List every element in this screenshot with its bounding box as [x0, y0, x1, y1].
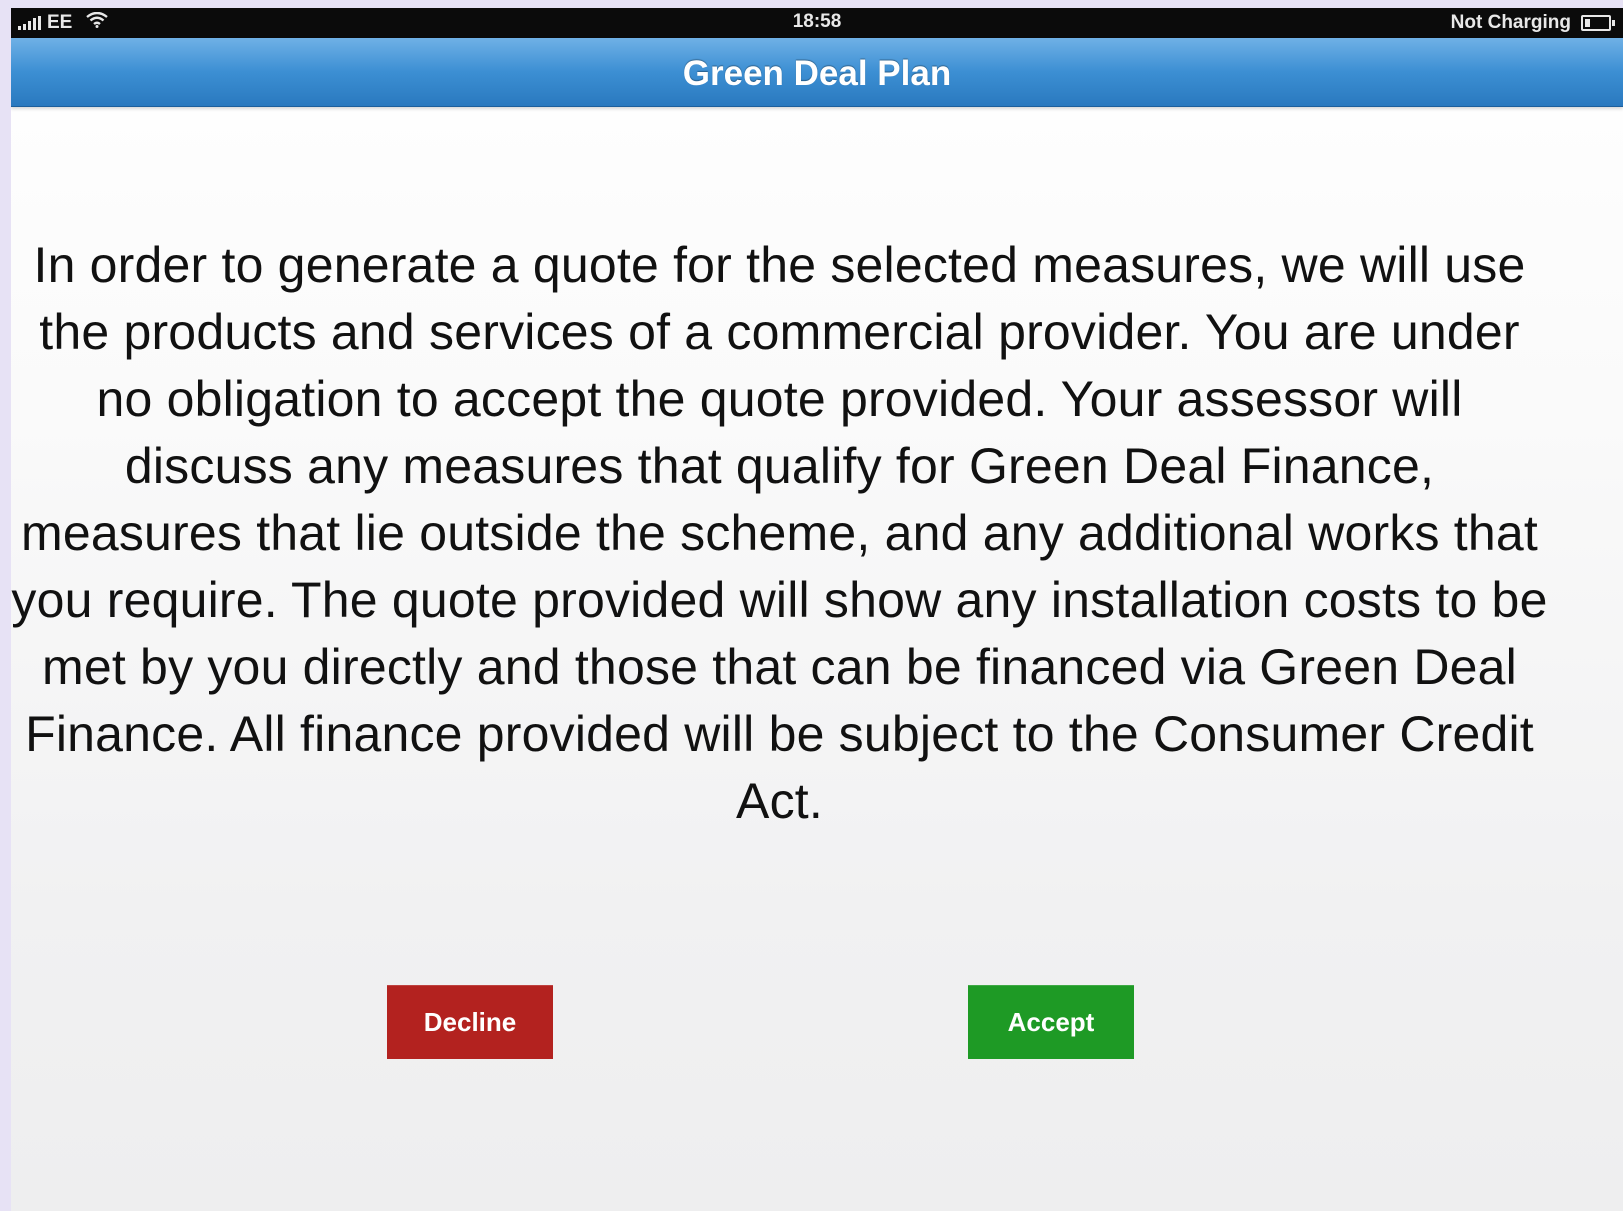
decline-button[interactable]: Decline: [387, 985, 553, 1059]
navigation-bar: Green Deal Plan: [11, 38, 1623, 107]
page-title: Green Deal Plan: [682, 54, 952, 93]
disclaimer-text: In order to generate a quote for the sel…: [11, 237, 1548, 829]
status-right: Not Charging: [1450, 12, 1615, 34]
app-screen: EE 18:58 Not Charging Green Deal Plan In…: [11, 8, 1623, 1211]
battery-icon: [1581, 15, 1615, 31]
accept-button[interactable]: Accept: [968, 985, 1134, 1059]
battery-status-text: Not Charging: [1450, 12, 1571, 33]
status-time: 18:58: [792, 11, 842, 32]
status-bar: EE 18:58 Not Charging: [11, 8, 1623, 38]
